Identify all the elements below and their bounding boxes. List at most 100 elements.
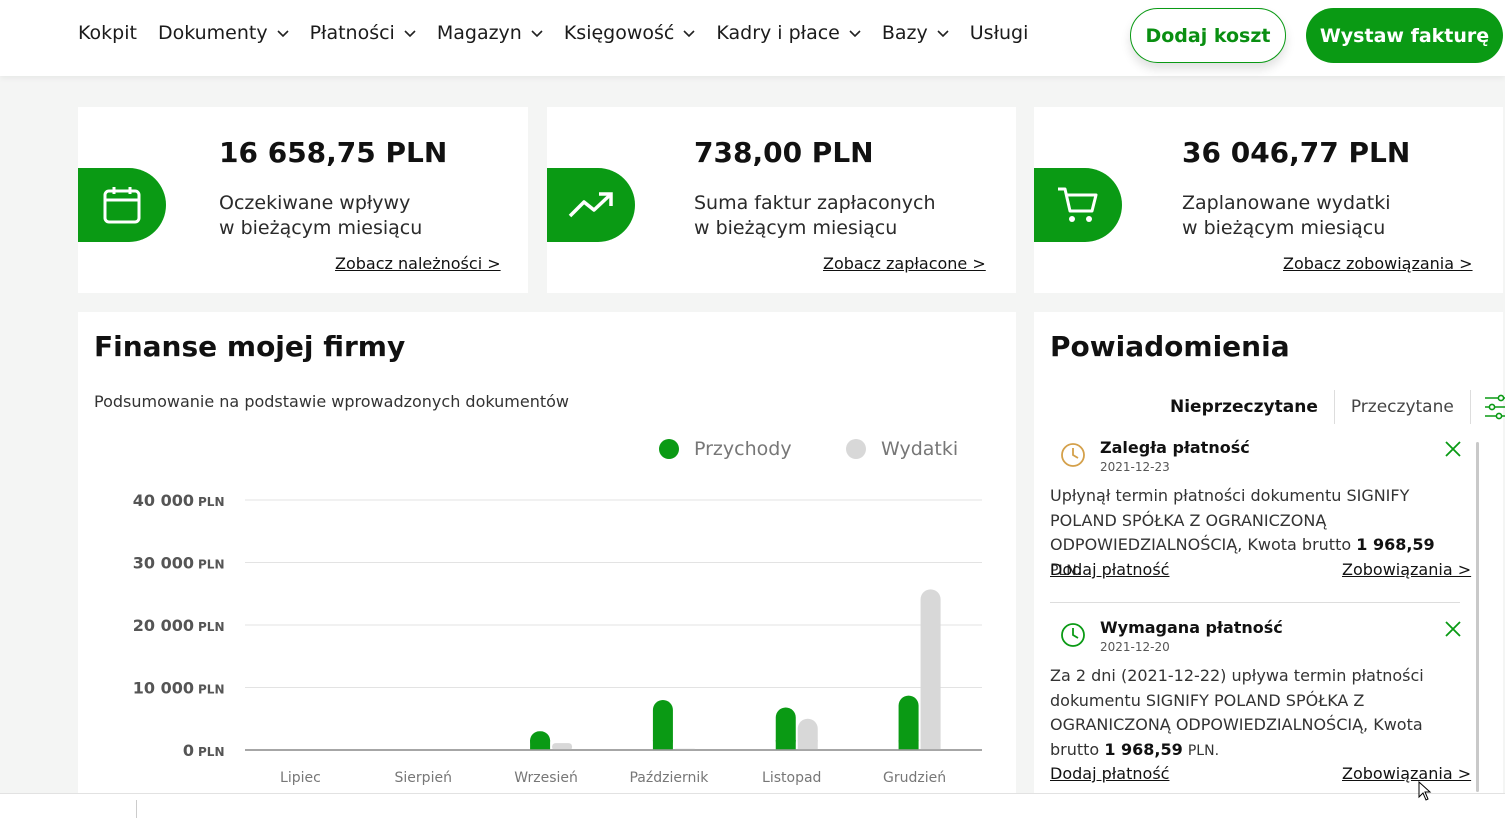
stat-amount: 738,00 PLN <box>694 136 874 169</box>
main-menu: Kokpit Dokumenty Płatności Magazyn Księg… <box>78 22 1049 44</box>
stat-card-paid: 738,00 PLN Suma faktur zapłaconych w bie… <box>547 107 1016 293</box>
finance-panel: Finanse mojej firmy Podsumowanie na pods… <box>78 312 1016 818</box>
bar-base <box>775 740 796 750</box>
notification-amount: 1 968,59 <box>1104 739 1183 759</box>
finance-bar-chart: 40 000 PLN 30 000 PLN 20 000 PLN 10 000 PLN 0 PLN… <box>133 491 982 786</box>
stat-badge <box>1034 168 1122 242</box>
notification-text: Za 2 dni (2021-12-22) upływa termin płat… <box>1050 664 1470 763</box>
menu-item-label: Dokumenty <box>157 22 268 44</box>
y-tick-unit: PLN <box>198 495 224 509</box>
view-receivables-link[interactable]: Zobacz należności > <box>335 254 501 273</box>
y-tick-unit: PLN <box>198 745 224 759</box>
stat-amount: 36 046,77 PLN <box>1182 136 1411 169</box>
divider <box>1050 602 1460 603</box>
x-tick-label: Wrzesień <box>514 770 578 786</box>
stat-card-planned-expenses: 36 046,77 PLN Zaplanowane wydatki w bież… <box>1034 107 1503 293</box>
chevron-down-icon <box>531 30 543 38</box>
notification-date: 2021-12-23 <box>1100 460 1170 474</box>
y-tick-label: 20 000 <box>133 616 194 635</box>
top-navigation: Kokpit Dokumenty Płatności Magazyn Księg… <box>0 0 1505 76</box>
notification-date: 2021-12-20 <box>1100 640 1170 654</box>
stat-description: Zaplanowane wydatki w bieżącym miesiącu <box>1182 192 1391 239</box>
legend-dot <box>659 439 679 459</box>
bar-base <box>652 740 673 750</box>
scrollbar[interactable] <box>1476 442 1479 792</box>
y-tick-label: 40 000 <box>133 491 194 510</box>
notification-unit: PLN. <box>1187 742 1220 759</box>
bar-base <box>898 740 919 750</box>
y-tick-label: 10 000 <box>133 679 194 698</box>
add-payment-link[interactable]: Dodaj płatność <box>1050 560 1169 579</box>
notification-amount: 1 968,59 <box>1356 535 1435 554</box>
chevron-down-icon <box>404 30 416 38</box>
x-tick-label: Październik <box>629 770 709 786</box>
mouse-pointer-icon <box>1418 781 1432 801</box>
menu-item-kadry[interactable]: Kadry i płace <box>716 22 861 44</box>
menu-item-label: Magazyn <box>436 22 522 44</box>
chevron-down-icon <box>683 30 695 38</box>
notification-tabs: Nieprzeczytane Przeczytane <box>1154 390 1505 424</box>
chevron-down-icon <box>937 30 949 38</box>
clock-icon <box>1061 443 1085 467</box>
view-liabilities-link[interactable]: Zobacz zobowiązania > <box>1283 254 1473 273</box>
add-cost-button[interactable]: Dodaj koszt <box>1130 8 1286 63</box>
liabilities-link[interactable]: Zobowiązania > <box>1342 764 1471 783</box>
liabilities-link[interactable]: Zobowiązania > <box>1342 560 1471 579</box>
x-tick-label: Lipiec <box>280 770 321 786</box>
menu-item-bazy[interactable]: Bazy <box>882 22 949 44</box>
x-tick-label: Sierpień <box>395 770 452 786</box>
legend-dot <box>846 439 866 459</box>
close-icon[interactable] <box>1444 620 1462 638</box>
view-paid-link[interactable]: Zobacz zapłacone > <box>823 254 986 273</box>
x-tick-label: Grudzień <box>883 770 946 786</box>
stat-card-receivables: 16 658,75 PLN Oczekiwane wpływy w bieżąc… <box>78 107 528 293</box>
tab-unread[interactable]: Nieprzeczytane <box>1154 390 1335 424</box>
y-tick-unit: PLN <box>198 558 224 572</box>
x-tick-label: Listopad <box>762 770 821 786</box>
clock-icon <box>1061 623 1085 647</box>
stat-amount: 16 658,75 PLN <box>219 136 448 169</box>
stat-description: Suma faktur zapłaconych w bieżącym miesi… <box>694 192 936 239</box>
bottom-bar <box>0 793 1505 818</box>
bar-expenses <box>920 589 941 751</box>
filter-settings-icon[interactable] <box>1483 393 1505 421</box>
menu-item-platnosci[interactable]: Płatności <box>310 22 416 44</box>
menu-item-ksiegowosc[interactable]: Księgowość <box>564 22 696 44</box>
stat-badge <box>78 168 166 242</box>
close-icon[interactable] <box>1444 440 1462 458</box>
menu-item-magazyn[interactable]: Magazyn <box>437 22 543 44</box>
legend-label: Przychody <box>694 438 792 460</box>
add-payment-link[interactable]: Dodaj płatność <box>1050 764 1169 783</box>
chevron-down-icon <box>277 30 289 38</box>
legend-expenses[interactable]: Wydatki <box>846 438 958 460</box>
menu-item-label: Księgowość <box>563 22 675 44</box>
calendar-icon <box>103 187 141 224</box>
y-tick-label: 0 <box>183 741 194 760</box>
notifications-panel: Powiadomienia Nieprzeczytane Przeczytane… <box>1034 312 1505 818</box>
legend-label: Wydatki <box>881 438 959 460</box>
stat-badge <box>547 168 635 242</box>
trend-up-icon <box>568 192 613 218</box>
menu-item-uslugi[interactable]: Usługi <box>970 22 1029 44</box>
menu-item-label: Bazy <box>881 22 928 44</box>
bar-base <box>530 740 551 750</box>
bar-base <box>920 740 941 750</box>
cart-icon <box>1058 187 1098 222</box>
tab-read[interactable]: Przeczytane <box>1335 390 1471 424</box>
menu-item-dokumenty[interactable]: Dokumenty <box>158 22 289 44</box>
finance-subtitle: Podsumowanie na podstawie wprowadzonych … <box>94 392 569 411</box>
menu-item-label: Płatności <box>309 22 395 44</box>
legend-income[interactable]: Przychody <box>659 438 792 460</box>
menu-item-kokpit[interactable]: Kokpit <box>78 22 137 44</box>
finance-title: Finanse mojej firmy <box>94 330 406 363</box>
bar-base <box>797 740 818 750</box>
divider <box>136 800 137 818</box>
y-tick-unit: PLN <box>198 620 224 634</box>
stat-description: Oczekiwane wpływy w bieżącym miesiącu <box>219 192 423 239</box>
y-tick-unit: PLN <box>198 683 224 697</box>
menu-item-label: Kadry i płace <box>716 22 840 44</box>
notification-title: Zaległa płatność <box>1100 438 1250 457</box>
issue-invoice-button[interactable]: Wystaw fakturę <box>1306 8 1503 63</box>
menu-item-label: Kokpit <box>78 22 137 44</box>
menu-item-label: Usługi <box>969 22 1029 44</box>
